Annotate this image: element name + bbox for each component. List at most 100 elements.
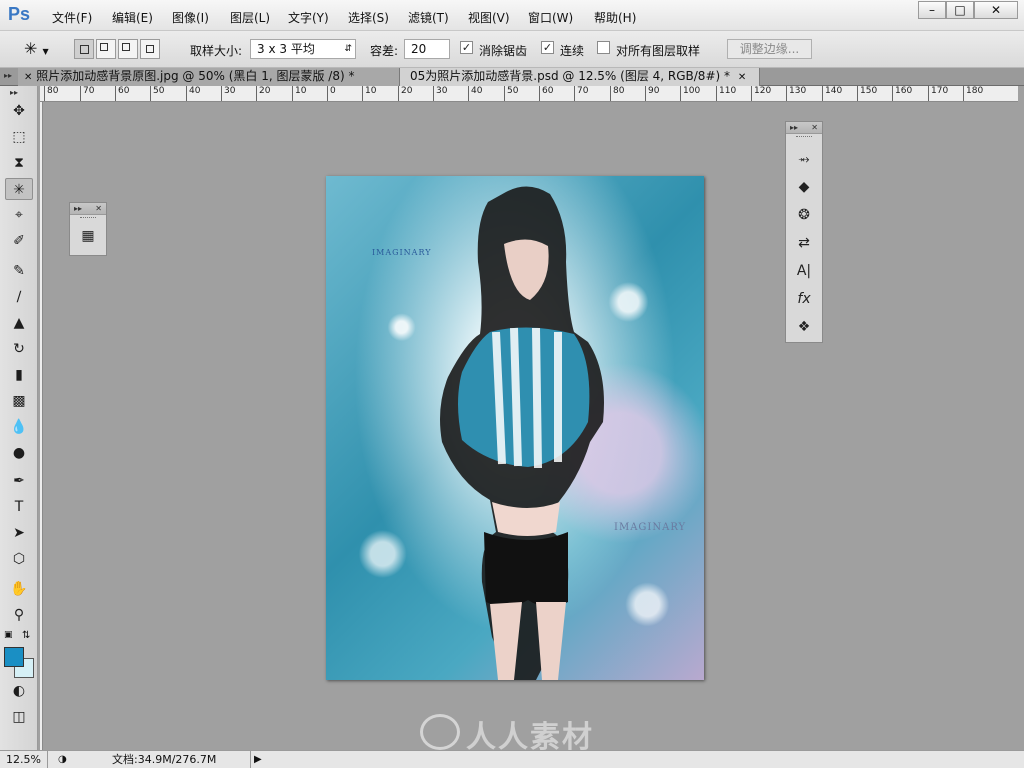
swap-colors-icon[interactable]: ⇅ bbox=[22, 630, 30, 641]
ruler-tick: 100 bbox=[680, 86, 700, 101]
lasso-tool-icon[interactable]: ⧗ bbox=[5, 152, 33, 174]
ruler-tick: 90 bbox=[645, 86, 659, 101]
tool-preset-picker[interactable]: ✳ ▼ bbox=[24, 37, 58, 61]
contiguous-checkbox[interactable]: ✓ bbox=[541, 41, 554, 54]
status-bar: 12.5% ◑ 文档:34.9M/276.7M ▶ bbox=[0, 750, 1024, 768]
menu-edit[interactable]: 编辑(E) bbox=[112, 9, 153, 26]
subtract-selection-button[interactable] bbox=[118, 39, 138, 59]
layers-icon[interactable]: ◆ bbox=[786, 174, 822, 200]
zoom-level[interactable]: 12.5% bbox=[6, 751, 48, 768]
intersect-selection-icon bbox=[146, 45, 154, 53]
menu-window[interactable]: 窗口(W) bbox=[528, 9, 573, 26]
shape-tool-icon[interactable]: ⬡ bbox=[5, 548, 33, 570]
ruler-tick: 30 bbox=[433, 86, 447, 101]
ruler-tick: 110 bbox=[716, 86, 736, 101]
panel-header: ▸▸ ✕ bbox=[70, 203, 106, 215]
panel-grip[interactable] bbox=[80, 217, 96, 222]
panel-collapse-icon[interactable]: ▸▸ bbox=[4, 71, 12, 80]
channels-icon[interactable]: ❂ bbox=[786, 202, 822, 228]
menu-filter[interactable]: 滤镜(T) bbox=[408, 9, 449, 26]
ruler-tick: 10 bbox=[292, 86, 306, 101]
character-icon[interactable]: A| bbox=[786, 258, 822, 284]
menu-select[interactable]: 选择(S) bbox=[348, 9, 389, 26]
antialias-checkbox[interactable]: ✓ bbox=[460, 41, 473, 54]
new-selection-icon bbox=[80, 45, 89, 54]
quick-mask-icon[interactable]: ◐ bbox=[5, 680, 33, 702]
blur-tool-icon[interactable]: 💧 bbox=[5, 416, 33, 438]
document-canvas[interactable]: IMAGINARY IMAGINARY bbox=[326, 176, 704, 680]
add-selection-button[interactable] bbox=[96, 39, 116, 59]
checkmark-icon: ✓ bbox=[542, 41, 553, 54]
menu-layer[interactable]: 图层(L) bbox=[230, 9, 270, 26]
menu-type[interactable]: 文字(Y) bbox=[288, 9, 329, 26]
document-tab-bar: ▸▸ ✕ 照片添加动感背景原图.jpg @ 50% (黑白 1, 图层蒙版 /8… bbox=[0, 68, 1024, 86]
styles-icon[interactable]: fx bbox=[786, 286, 822, 312]
ruler-tick: 130 bbox=[786, 86, 806, 101]
hand-tool-icon[interactable]: ✋ bbox=[5, 578, 33, 600]
expand-icon[interactable]: ▸▸ bbox=[70, 204, 82, 213]
magic-wand-icon: ✳ bbox=[24, 39, 38, 58]
ruler-tick: 20 bbox=[256, 86, 270, 101]
refine-edge-button[interactable]: 调整边缘... bbox=[727, 39, 812, 59]
brush-tool-icon[interactable]: ∕ bbox=[5, 286, 33, 308]
tab-close-icon[interactable]: ✕ bbox=[24, 72, 32, 83]
eraser-tool-icon[interactable]: ▮ bbox=[5, 364, 33, 386]
adjustments-icon[interactable]: ⇄ bbox=[786, 230, 822, 256]
ruler-tick: 140 bbox=[822, 86, 842, 101]
zoom-tool-icon[interactable]: ⚲ bbox=[5, 604, 33, 626]
photoshop-window: Ps 文件(F) 编辑(E) 图像(I) 图层(L) 文字(Y) 选择(S) 滤… bbox=[0, 0, 1024, 768]
history-brush-icon[interactable]: ↻ bbox=[5, 338, 33, 360]
tab-original-image[interactable]: ✕ 照片添加动感背景原图.jpg @ 50% (黑白 1, 图层蒙版 /8) * bbox=[18, 68, 400, 86]
sample-size-select[interactable]: 3 x 3 平均 ⇵ bbox=[250, 39, 356, 59]
sample-all-checkbox[interactable] bbox=[597, 41, 610, 54]
intersect-selection-button[interactable] bbox=[140, 39, 160, 59]
3d-panel-icon[interactable]: ▦ bbox=[70, 223, 106, 249]
paths-icon[interactable]: ⥇ bbox=[786, 146, 822, 172]
minimize-button[interactable]: – bbox=[918, 1, 946, 19]
move-tool-icon[interactable]: ✥ bbox=[5, 100, 33, 122]
chevron-down-icon: ▼ bbox=[42, 47, 49, 56]
menu-file[interactable]: 文件(F) bbox=[52, 9, 92, 26]
menu-help[interactable]: 帮助(H) bbox=[594, 9, 636, 26]
tab-active-document[interactable]: 05为照片添加动感背景.psd @ 12.5% (图层 4, RGB/8#) *… bbox=[400, 68, 760, 86]
subtract-selection-icon bbox=[122, 43, 130, 51]
ruler-tick: 70 bbox=[80, 86, 94, 101]
marquee-tool-icon[interactable]: ⬚ bbox=[5, 126, 33, 148]
crop-tool-icon[interactable]: ⌖ bbox=[5, 204, 33, 226]
add-selection-icon bbox=[100, 43, 108, 51]
panel-grip[interactable] bbox=[796, 136, 812, 141]
close-icon[interactable]: ✕ bbox=[95, 203, 102, 214]
default-colors-icon[interactable]: ▣ bbox=[4, 630, 13, 640]
pen-tool-icon[interactable]: ✒ bbox=[5, 470, 33, 492]
close-button[interactable]: ✕ bbox=[974, 1, 1018, 19]
figure-silhouette bbox=[440, 186, 604, 680]
close-icon[interactable]: ✕ bbox=[811, 122, 818, 133]
dodge-tool-icon[interactable]: ● bbox=[5, 442, 33, 464]
path-selection-icon[interactable]: ➤ bbox=[5, 522, 33, 544]
new-selection-button[interactable] bbox=[74, 39, 94, 59]
tab-label: 05为照片添加动感背景.psd @ 12.5% (图层 4, RGB/8#) * bbox=[410, 69, 730, 83]
toolbox: ▸▸ ✥ ⬚ ⧗ ✳ ⌖ ✐ ✎ ∕ ▲ ↻ ▮ ▩ 💧 ● ✒ T ➤ ⬡ ✋… bbox=[0, 86, 38, 750]
foreground-color-swatch[interactable] bbox=[4, 647, 24, 667]
brush-presets-icon[interactable]: ❖ bbox=[786, 314, 822, 340]
tab-close-icon[interactable]: ✕ bbox=[734, 72, 746, 83]
tolerance-input[interactable]: 20 bbox=[404, 39, 450, 59]
screen-mode-icon[interactable]: ◫ bbox=[5, 706, 33, 728]
menu-image[interactable]: 图像(I) bbox=[172, 9, 209, 26]
tolerance-label: 容差: bbox=[370, 44, 399, 58]
restore-button[interactable]: □ bbox=[946, 1, 974, 19]
sample-size-label: 取样大小: bbox=[190, 44, 243, 58]
toolbox-collapse-icon[interactable]: ▸▸ bbox=[10, 88, 18, 97]
magic-wand-tool-icon[interactable]: ✳ bbox=[5, 178, 33, 200]
menu-view[interactable]: 视图(V) bbox=[468, 9, 510, 26]
ruler-tick: 170 bbox=[928, 86, 948, 101]
status-info-icon[interactable]: ◑ bbox=[58, 751, 67, 768]
status-menu-arrow-icon[interactable]: ▶ bbox=[250, 751, 262, 768]
healing-brush-icon[interactable]: ✎ bbox=[5, 260, 33, 282]
type-tool-icon[interactable]: T bbox=[5, 496, 33, 518]
eyedropper-tool-icon[interactable]: ✐ bbox=[5, 230, 33, 252]
clone-stamp-icon[interactable]: ▲ bbox=[5, 312, 33, 334]
expand-icon[interactable]: ▸▸ bbox=[786, 123, 798, 132]
ruler-tick: 0 bbox=[327, 86, 336, 101]
gradient-tool-icon[interactable]: ▩ bbox=[5, 390, 33, 412]
